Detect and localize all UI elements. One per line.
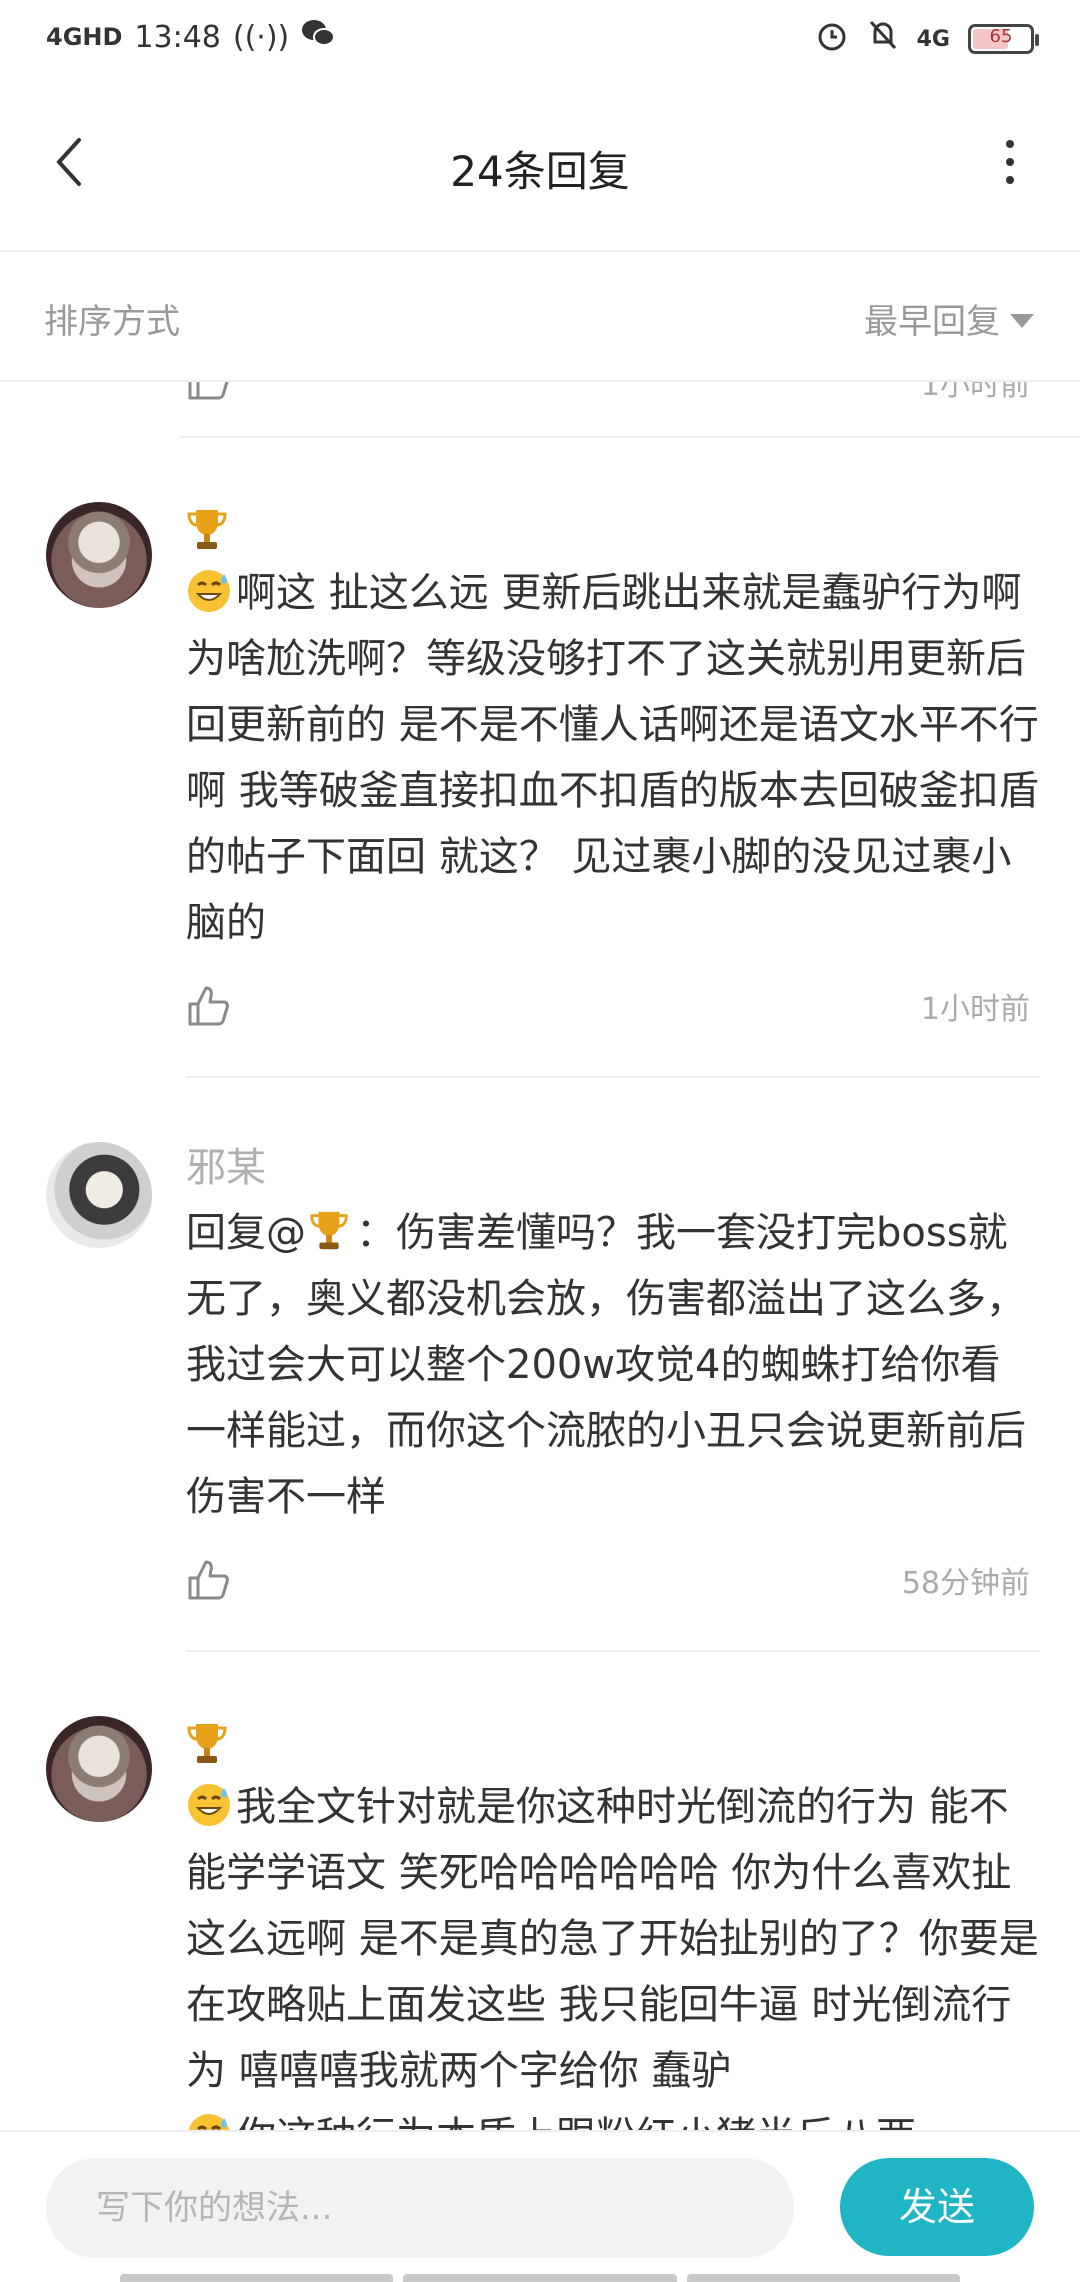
clock: 13:48 — [134, 19, 221, 55]
battery-percent: 65 — [989, 26, 1013, 47]
comment-meta: 1小时前 — [186, 956, 1040, 1078]
comment-item: 我全文针对就是你这种时光倒流的行为 能不能学学语文 笑死哈哈哈哈哈哈 你为什么喜… — [0, 1652, 1080, 2130]
status-bar: 4GHD 13:48 ((·)) 4G 65 — [0, 0, 1080, 80]
avatar[interactable] — [46, 1716, 152, 1822]
cellular-indicator: 4G — [916, 26, 950, 52]
comment-meta: 58分钟前 — [186, 1530, 1040, 1652]
avatar[interactable] — [46, 502, 152, 608]
sort-dropdown[interactable]: 最早回复 — [864, 294, 1034, 343]
sort-bar: 排序方式 最早回复 — [0, 252, 1080, 382]
sweat-smile-emoji-icon — [188, 570, 230, 612]
wechat-icon — [301, 18, 336, 56]
comment-body: ：伤害差懂吗？我一套没打完boss就无了，奥义都没机会放，伤害都溢出了这么多，我… — [186, 1210, 1026, 1520]
comment-body-continued: 你这种行为本质上跟粉红小猪半斤八两 — [236, 2114, 916, 2130]
comment-text: 啊这 扯这么远 更新后跳出来就是蠢驴行为啊 为啥尬洗啊？等级没够打不了这关就别用… — [186, 560, 1040, 956]
avatar[interactable] — [46, 1142, 152, 1248]
reply-input[interactable]: 写下你的想法... — [46, 2158, 794, 2258]
more-options-button[interactable] — [980, 132, 1040, 192]
send-button[interactable]: 发送 — [840, 2158, 1034, 2256]
comment-body: 啊这 扯这么远 更新后跳出来就是蠢驴行为啊 为啥尬洗啊？等级没够打不了这关就别用… — [186, 570, 1039, 946]
app-header: 24条回复 — [0, 80, 1080, 252]
comment-text: 回复@ ：伤害差懂吗？我一套没打完boss就无了，奥义都没机会放，伤害都溢出了这么… — [186, 1200, 1040, 1530]
dropdown-triangle-icon — [1010, 313, 1034, 328]
navigation-gesture-bar — [120, 2274, 960, 2282]
comment-list[interactable]: 1小时前 啊这 扯这么远 更新后跳出来就是蠢驴行为啊 为啥尬洗啊？等级没够打不了… — [0, 380, 1080, 2130]
timestamp: 1小时前 — [920, 992, 1030, 1027]
more-dot — [1006, 158, 1014, 166]
comment-body: 我全文针对就是你这种时光倒流的行为 能不能学学语文 笑死哈哈哈哈哈哈 你为什么喜… — [186, 1784, 1039, 2094]
more-dot — [1006, 176, 1014, 184]
reply-prefix: 回复@ — [186, 1210, 306, 1256]
sweat-smile-emoji-icon — [188, 1784, 230, 1826]
previous-comment-tail: 1小时前 — [180, 380, 1080, 438]
reply-bar: 写下你的想法... 发送 — [0, 2130, 1080, 2282]
comment-item: 啊这 扯这么远 更新后跳出来就是蠢驴行为啊 为啥尬洗啊？等级没够打不了这关就别用… — [0, 438, 1080, 1078]
username[interactable]: 邪某 — [186, 1138, 1040, 1198]
alarm-icon — [815, 18, 849, 60]
timestamp: 1小时前 — [920, 380, 1030, 403]
sort-label: 排序方式 — [44, 302, 180, 342]
trophy-icon — [310, 1211, 348, 1250]
trophy-icon — [187, 510, 227, 549]
comment-text: 我全文针对就是你这种时光倒流的行为 能不能学学语文 笑死哈哈哈哈哈哈 你为什么喜… — [186, 1774, 1040, 2130]
username-row[interactable] — [186, 1712, 1040, 1772]
comment-item: 邪某 回复@ ：伤害差懂吗？我一套没打完boss就无了，奥义都没机会放，伤害都溢出… — [0, 1078, 1080, 1652]
page-title: 24条回复 — [450, 147, 630, 196]
thumbs-up-icon[interactable] — [186, 1558, 230, 1602]
sort-value: 最早回复 — [864, 302, 1000, 342]
timestamp: 58分钟前 — [901, 1566, 1030, 1601]
network-indicator: 4GHD — [46, 23, 123, 51]
mute-bell-icon — [867, 18, 899, 60]
battery-icon: 65 — [968, 24, 1039, 54]
more-dots-icon — [1006, 140, 1014, 148]
sweat-smile-emoji-icon — [188, 2114, 230, 2130]
username-row[interactable] — [186, 498, 1040, 558]
hotspot-icon: ((·)) — [232, 19, 290, 55]
thumbs-up-icon[interactable] — [186, 984, 230, 1028]
trophy-icon — [187, 1724, 227, 1763]
thumbs-up-icon[interactable] — [186, 380, 230, 402]
